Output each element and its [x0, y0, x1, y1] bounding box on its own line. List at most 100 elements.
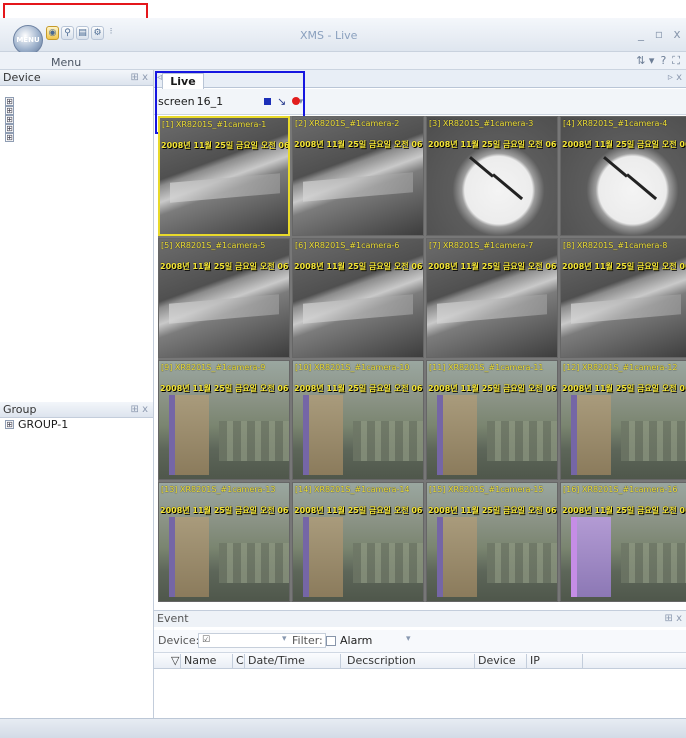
- window-title: XMS - Live: [300, 29, 358, 42]
- group-panel-title: Group: [3, 403, 37, 416]
- camera-view[interactable]: [16] XR8201S_#1camera-16 2008년 11월 25일 금요…: [560, 482, 686, 602]
- quick-access-toolbar: ◉ ⚲ ▤ ⚙ ⁝: [46, 26, 116, 40]
- camera-timestamp: 2008년 11월 25일 금요일 오전 06:37:12: [562, 506, 686, 515]
- tree-expander-icon[interactable]: ⊞: [5, 133, 14, 142]
- camera-label: [3] XR8201S_#1camera-3: [429, 119, 534, 128]
- camera-timestamp: 2008년 11월 25일 금요일 오전 06:37:14: [428, 262, 557, 271]
- camera-view[interactable]: [12] XR8201S_#1camera-12 2008년 11월 25일 금요…: [560, 360, 686, 480]
- group-item-label: GROUP-1: [18, 418, 69, 431]
- event-table-header: ▽ Name C Date/Time Decscription Device I…: [154, 652, 686, 669]
- event-panel-pin-close[interactable]: ⊞ x: [665, 611, 682, 627]
- menu-label: Menu: [51, 56, 82, 69]
- camera-grid: [1] XR8201S_#1camera-1 2008년 11월 25일 금요일 …: [158, 116, 686, 602]
- camera-view[interactable]: [4] XR8201S_#1camera-4 2008년 11월 25일 금요일 …: [560, 116, 686, 236]
- camera-view[interactable]: [14] XR8201S_#1camera-14 2008년 11월 25일 금요…: [292, 482, 424, 602]
- device-filter-label: Device:: [158, 634, 200, 647]
- camera-label: [15] XR8201S_#1camera-15: [429, 485, 544, 494]
- column-c[interactable]: C: [232, 654, 244, 669]
- group-panel-header: Group ⊞ x: [0, 402, 153, 418]
- camera-timestamp: 2008년 11월 25일 금요일 오전 06:37:11: [161, 141, 290, 150]
- camera-timestamp: 2008년 11월 25일 금요일 오전 06:37:12: [294, 384, 423, 393]
- camera-view[interactable]: [3] XR8201S_#1camera-3 2008년 11월 25일 금요일 …: [426, 116, 558, 236]
- status-bar: [0, 718, 686, 738]
- camera-view[interactable]: [15] XR8201S_#1camera-15 2008년 11월 25일 금요…: [426, 482, 558, 602]
- camera-view[interactable]: [11] XR8201S_#1camera-11 2008년 11월 25일 금요…: [426, 360, 558, 480]
- tree-expander-icon[interactable]: ⊞: [5, 97, 14, 106]
- column-sort-icon[interactable]: ▽: [168, 654, 180, 669]
- camera-view[interactable]: [2] XR8201S_#1camera-2 2008년 11월 25일 금요일 …: [292, 116, 424, 236]
- camera-label: [12] XR8201S_#1camera-12: [563, 363, 678, 372]
- chevron-down-icon[interactable]: ▾: [282, 634, 287, 644]
- customize-toolbar-icon[interactable]: ⁝: [106, 26, 116, 40]
- column-name[interactable]: Name: [180, 654, 232, 669]
- camera-timestamp: 2008년 11월 25일 금요일 오전 06:37:10: [428, 140, 557, 149]
- camera-timestamp: 2008년 11월 25일 금요일 오전 06:37:14: [294, 262, 423, 271]
- camera-timestamp: 2008년 11월 25일 금요일 오전 06:37:12: [160, 384, 289, 393]
- camera-label: [10] XR8201S_#1camera-10: [295, 363, 410, 372]
- window-controls: _ ▫ x: [636, 27, 682, 41]
- ribbon-right-tools: ⇅ ▾ ? ⛶: [636, 54, 680, 68]
- camera-timestamp: 2008년 11월 25일 금요일 오전 06:37:11: [294, 140, 423, 149]
- camera-view[interactable]: [13] XR8201S_#1camera-13 2008년 11월 25일 금요…: [158, 482, 290, 602]
- camera-label: [1] XR8201S_#1camera-1: [162, 120, 267, 129]
- title-bar: ◉ ⚲ ▤ ⚙ ⁝ XMS - Live _ ▫ x: [0, 18, 686, 52]
- minimize-button[interactable]: _: [636, 27, 646, 41]
- camera-timestamp: 2008년 11월 25일 금요일 오전 06:37:12: [160, 262, 289, 271]
- camera-view[interactable]: [6] XR8201S_#1camera-6 2008년 11월 25일 금요일 …: [292, 238, 424, 358]
- tab-controls[interactable]: ▹ x: [668, 72, 682, 83]
- camera-timestamp: 2008년 11월 25일 금요일 오전 06:37:12: [160, 506, 289, 515]
- camera-view[interactable]: [5] XR8201S_#1camera-5 2008년 11월 25일 금요일 …: [158, 238, 290, 358]
- camera-view[interactable]: [9] XR8201S_#1camera-9 2008년 11월 25일 금요일 …: [158, 360, 290, 480]
- settings-icon[interactable]: ⚙: [91, 26, 104, 40]
- search-icon[interactable]: ⚲: [61, 26, 74, 40]
- device-panel-header: Device ⊞ x: [0, 70, 153, 86]
- camera-label: [2] XR8201S_#1camera-2: [295, 119, 400, 128]
- camera-view[interactable]: [10] XR8201S_#1camera-10 2008년 11월 25일 금요…: [292, 360, 424, 480]
- column-description[interactable]: Decscription: [340, 654, 474, 669]
- tree-expander-icon[interactable]: ⊞: [5, 420, 14, 429]
- filter-label: Filter:: [292, 634, 323, 647]
- live-icon[interactable]: ◉: [46, 26, 59, 40]
- tree-expander-icon[interactable]: ⊞: [5, 106, 14, 115]
- camera-view[interactable]: [8] XR8201S_#1camera-8 2008년 11월 25일 금요일 …: [560, 238, 686, 358]
- menu-orb-button[interactable]: MENU: [13, 25, 43, 55]
- tree-expander-icon[interactable]: ⊞: [5, 124, 14, 133]
- column-ip[interactable]: IP: [526, 654, 582, 669]
- event-panel-title: Event: [157, 612, 189, 625]
- device-panel-title: Device: [3, 71, 41, 84]
- camera-label: [11] XR8201S_#1camera-11: [429, 363, 544, 372]
- event-list[interactable]: [154, 669, 686, 718]
- restore-button[interactable]: ▫: [654, 27, 664, 41]
- playback-icon[interactable]: ▤: [76, 26, 89, 40]
- column-datetime[interactable]: Date/Time: [244, 654, 340, 669]
- camera-timestamp: 2008년 11월 25일 금요일 오전 06:37:11: [562, 384, 686, 393]
- tree-expander-icon[interactable]: ⊞: [5, 115, 14, 124]
- camera-view[interactable]: [7] XR8201S_#1camera-7 2008년 11월 25일 금요일 …: [426, 238, 558, 358]
- camera-label: [16] XR8201S_#1camera-16: [563, 485, 678, 494]
- column-extra[interactable]: [582, 654, 686, 669]
- column-device[interactable]: Device: [474, 654, 526, 669]
- chevron-down-icon[interactable]: ▾: [406, 634, 411, 644]
- camera-timestamp: 2008년 11월 25일 금요일 오전 06:37:12: [428, 384, 557, 393]
- tree-item-group-1[interactable]: ⊞ GROUP-1: [5, 418, 68, 431]
- options-icon[interactable]: ⇅ ▾: [636, 54, 654, 68]
- device-panel-pin-close[interactable]: ⊞ x: [131, 70, 148, 85]
- camera-label: [6] XR8201S_#1camera-6: [295, 241, 400, 250]
- camera-timestamp: 2008년 11월 25일 금요일 오전 06:37:12: [294, 506, 423, 515]
- camera-label: [4] XR8201S_#1camera-4: [563, 119, 668, 128]
- camera-label: [9] XR8201S_#1camera-9: [161, 363, 266, 372]
- camera-label: [7] XR8201S_#1camera-7: [429, 241, 534, 250]
- camera-timestamp: 2008년 11월 25일 금요일 오전 06:37:12: [428, 506, 557, 515]
- fullscreen-icon[interactable]: ⛶: [672, 54, 680, 68]
- group-panel-pin-close[interactable]: ⊞ x: [131, 402, 148, 417]
- alarm-label: Alarm: [340, 634, 373, 647]
- ribbon-strip: [0, 52, 686, 70]
- camera-timestamp: 2008년 11월 25일 금요일 오전 06:37:11: [562, 140, 686, 149]
- event-panel-header: Event ⊞ x: [154, 610, 686, 627]
- alarm-checkbox[interactable]: [326, 636, 336, 646]
- close-button[interactable]: x: [672, 27, 682, 41]
- camera-label: [13] XR8201S_#1camera-13: [161, 485, 276, 494]
- camera-view[interactable]: [1] XR8201S_#1camera-1 2008년 11월 25일 금요일 …: [158, 116, 290, 236]
- help-icon[interactable]: ?: [660, 54, 666, 68]
- camera-label: [14] XR8201S_#1camera-14: [295, 485, 410, 494]
